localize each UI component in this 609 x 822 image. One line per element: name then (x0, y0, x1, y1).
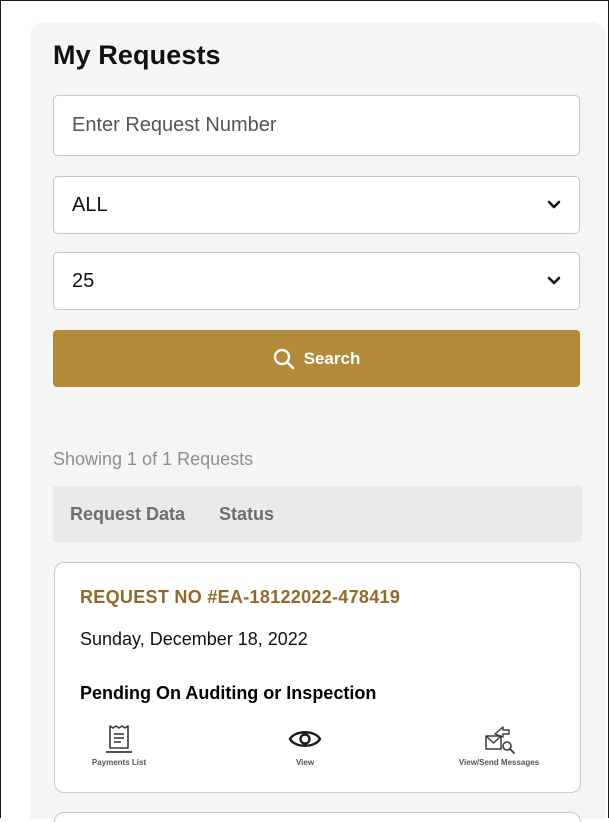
column-header-request-data: Request Data (70, 503, 186, 524)
payments-list-label: Payments List (91, 758, 147, 767)
status-select[interactable]: ALL (53, 176, 580, 234)
chevron-down-icon (547, 200, 561, 209)
chevron-down-icon (547, 276, 561, 285)
view-button[interactable]: View (280, 723, 330, 767)
request-number-input[interactable] (53, 95, 580, 156)
search-button-label: Search (303, 348, 361, 368)
status-select-value: ALL (72, 193, 108, 216)
request-card: REQUEST NO #EA-18122022-478419 Sunday, D… (54, 562, 581, 793)
page-size-select-value: 25 (72, 269, 95, 292)
results-summary: Showing 1 of 1 Requests (53, 449, 254, 469)
table-header: Request Data Status (53, 486, 582, 542)
page-title: My Requests (53, 40, 221, 70)
search-button[interactable]: Search (53, 330, 580, 387)
payments-list-button[interactable]: Payments List (79, 723, 159, 767)
view-label: View (295, 758, 315, 767)
column-header-status: Status (219, 503, 275, 524)
next-request-card (54, 812, 581, 822)
view-send-messages-label: View/Send Messages (458, 758, 540, 767)
request-date: Sunday, December 18, 2022 (80, 629, 308, 649)
request-status: Pending On Auditing or Inspection (80, 683, 377, 703)
page-size-select[interactable]: 25 (53, 252, 580, 310)
receipt-icon (106, 725, 132, 753)
search-icon (273, 348, 294, 369)
eye-icon (288, 731, 322, 747)
envelope-search-icon (485, 726, 515, 754)
view-send-messages-button[interactable]: View/Send Messages (443, 723, 555, 767)
request-number: REQUEST NO #EA-18122022-478419 (80, 587, 401, 607)
